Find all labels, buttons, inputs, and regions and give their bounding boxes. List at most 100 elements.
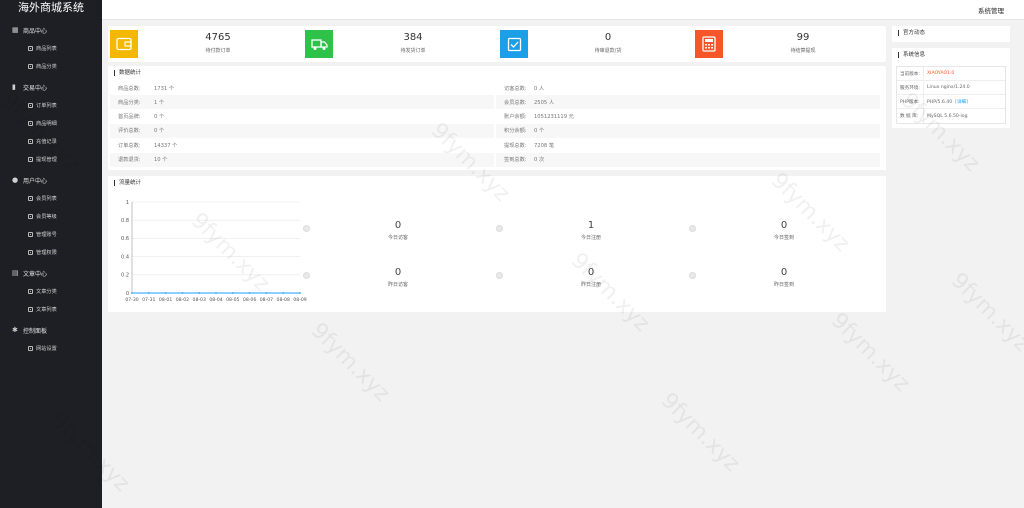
stat-cards: 4765 待付款订单 384 待发货订单 0 待审退款/货 99 待结算提现	[108, 26, 886, 62]
nav-item[interactable]: 商品列表	[0, 39, 102, 57]
stat-label: 待审退款/货	[594, 48, 622, 54]
nav-item[interactable]: 管理权限	[0, 243, 102, 261]
details-link[interactable]: [详细]	[955, 100, 968, 105]
nav-parent[interactable]: ▤ 文章中心	[0, 264, 102, 282]
nav-group: ▦ 商品中心 商品列表 商品分类	[0, 21, 102, 75]
stat-key: 首页品牌:	[118, 114, 141, 121]
metric-value: 1	[587, 220, 595, 231]
flow-metric: 0 昨日访客	[303, 251, 493, 291]
nav-item[interactable]: 网站设置	[0, 339, 102, 357]
nav-item[interactable]: 充值记录	[0, 132, 102, 150]
menu-item-icon	[28, 102, 33, 108]
system-info-key: PHP版本:	[897, 95, 924, 108]
system-info-key: 服务环境:	[897, 81, 924, 94]
y-tick-label: 0.8	[121, 218, 129, 224]
y-tick-label: 0.6	[121, 236, 129, 242]
metric-label: 今日签到	[773, 235, 794, 241]
y-tick-label: 0	[126, 291, 129, 297]
flow-metric: 0 昨日签到	[689, 251, 879, 291]
watermark: 9fym.xyz	[825, 308, 915, 397]
sidebar-nav: ▦ 商品中心 商品列表 商品分类 ▮ 交易中心 订单列表 商品明细 充值记录 提现管理 ● 用户中心会…	[0, 21, 102, 357]
nav-item[interactable]: 文章分类	[0, 282, 102, 300]
system-info-key: 数 据 库:	[897, 109, 924, 123]
watermark: 9fym.xyz	[945, 268, 1024, 357]
flow-metric: 1 今日注册	[496, 204, 686, 244]
menu-item-icon	[28, 138, 33, 144]
traffic-line-chart: 00.20.40.60.8107-30 07-31 08-01 08-02 08-03 0…	[121, 200, 307, 303]
menu-item-icon	[28, 156, 33, 162]
stat-label: 待发货订单	[400, 48, 426, 54]
nav-item[interactable]: 提现管理	[0, 150, 102, 168]
stat-value: 1731 个	[154, 85, 175, 92]
data-point	[299, 292, 301, 294]
system-info-value: PHP/5.6.40 [详细]	[924, 99, 968, 105]
stat-card[interactable]: 4765 待付款订单	[108, 26, 303, 62]
system-info-text: Linux nginx/1.24.0	[927, 85, 970, 90]
nav-item[interactable]: 文章列表	[0, 300, 102, 318]
stat-row: 提现总数: 7208 笔	[496, 138, 880, 152]
x-tick-label: 08-05	[226, 297, 239, 303]
metric-value: 0	[780, 220, 788, 231]
nav-parent[interactable]: ● 用户中心	[0, 171, 102, 189]
metric-label: 昨日注册	[580, 282, 601, 288]
stat-value: 1 个	[154, 99, 165, 106]
metric-label: 今日注册	[580, 235, 601, 241]
nav-item[interactable]: 会员等级	[0, 207, 102, 225]
stat-label: 待付款订单	[205, 48, 231, 54]
stat-value: 99	[796, 32, 810, 43]
stat-card[interactable]: 0 待审退款/货	[498, 26, 693, 62]
stat-key: 积分余额:	[504, 128, 527, 135]
nav-parent[interactable]: ▦ 商品中心	[0, 21, 102, 39]
nav-item-label: 文章分类	[36, 288, 57, 295]
watermark: 9fym.xyz	[655, 388, 745, 477]
nav-item-label: 订单列表	[36, 102, 57, 109]
stat-label: 待结算提现	[790, 48, 816, 54]
nav-item[interactable]: 管理账号	[0, 225, 102, 243]
menu-item-icon	[28, 195, 33, 201]
x-tick-label: 08-03	[193, 297, 206, 303]
grid-icon: ▦	[12, 25, 19, 34]
metric-label: 昨日签到	[773, 282, 794, 288]
x-tick-label: 08-04	[209, 297, 222, 303]
stat-card[interactable]: 384 待发货订单	[303, 26, 498, 62]
nav-item-label: 管理权限	[36, 249, 57, 256]
x-tick-label: 08-06	[243, 297, 256, 303]
stat-row: 访客总数: 0 人	[496, 81, 880, 95]
stat-row: 商品分类: 1 个	[110, 95, 494, 110]
stat-value: 0 个	[154, 128, 165, 135]
stat-row: 首页品牌: 0 个	[110, 110, 494, 124]
stat-key: 会员总数:	[504, 99, 527, 106]
nav-item[interactable]: 商品明细	[0, 114, 102, 132]
stat-key: 评价总数:	[118, 128, 141, 135]
stat-row: 账户余额: 1051231119 元	[496, 110, 880, 124]
system-info-panel: 系统信息 当前版本: XIAOYAO1.0 服务环境: Linux nginx/1.2…	[892, 48, 1010, 128]
news-panel: 官方动态	[892, 26, 1010, 42]
stat-value: 14337 个	[154, 142, 178, 149]
data-point	[231, 292, 234, 294]
stat-row: 商品总数: 1731 个	[110, 81, 494, 95]
nav-item[interactable]: 会员列表	[0, 189, 102, 207]
menu-item-icon	[28, 249, 33, 255]
system-info-text: PHP/5.6.40	[927, 99, 953, 105]
nav-item[interactable]: 订单列表	[0, 96, 102, 114]
nav-item-label: 管理账号	[36, 231, 57, 238]
nav-parent-label: 用户中心	[23, 177, 48, 185]
nav-group: ▮ 交易中心订单列表商品明细 充值记录 提现管理	[0, 78, 102, 168]
menu-item-icon	[28, 306, 33, 312]
nav-item[interactable]: 商品分类	[0, 57, 102, 75]
nav-item-label: 文章列表	[36, 306, 57, 313]
menu-item-icon	[28, 45, 33, 51]
nav-parent[interactable]: ✱ 控制面板	[0, 321, 102, 339]
menu-item-icon	[28, 345, 33, 351]
watermark: 9fym.xyz	[305, 318, 395, 407]
nav-group: ▤ 文章中心文章分类文章列表	[0, 264, 102, 318]
data-point	[215, 292, 217, 294]
stat-row: 签到总数: 0 次	[496, 152, 880, 167]
panel-title: 数据统计	[114, 70, 141, 76]
flow-metric: 0 今日签到	[689, 204, 879, 244]
data-point	[248, 292, 251, 294]
system-manage-link[interactable]: 系统管理	[978, 5, 1004, 15]
stat-card[interactable]: 99 待结算提现	[693, 26, 888, 62]
nav-group: ✱ 控制面板 网站设置	[0, 321, 102, 357]
nav-parent[interactable]: ▮ 交易中心	[0, 78, 102, 96]
